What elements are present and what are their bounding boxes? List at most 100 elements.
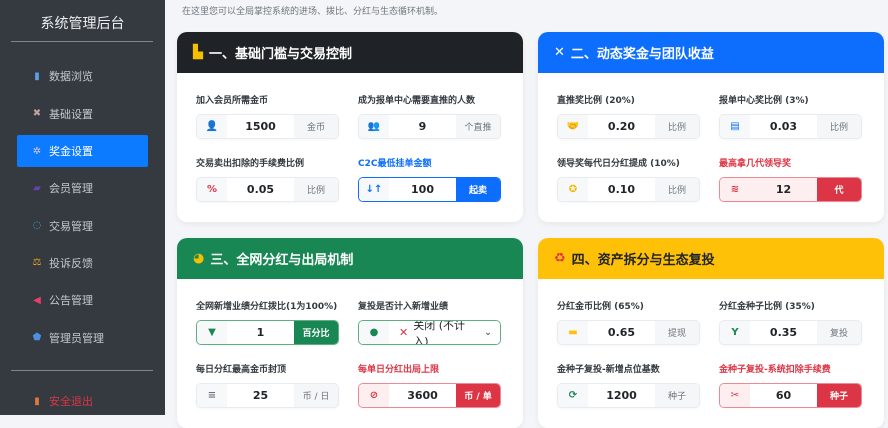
sidebar-item-1[interactable]: ✖ 基础设置: [17, 98, 148, 130]
number-input[interactable]: Y 0.35 复投: [719, 320, 862, 345]
field-label: 分红金种子比例 (35%): [719, 302, 815, 312]
number-input[interactable]: ⟳ 1200 种子: [557, 383, 700, 408]
setting-field: 最高拿几代领导奖 ≋ 12 代: [719, 156, 862, 202]
seedling-icon: Y: [720, 321, 750, 344]
layers-icon: ≋: [720, 178, 750, 201]
sidebar-item-0[interactable]: ▮ 数据浏览: [17, 60, 148, 92]
setting-field: 领导奖每代日分红提成 (10%) ✪ 0.10 比例: [557, 156, 700, 202]
number-input[interactable]: % 0.05 比例: [196, 177, 339, 202]
unit-suffix: 复投: [817, 321, 861, 344]
setting-field: 每日分红最高金币封顶 ≡ 25 币 / 日: [196, 362, 339, 408]
unit-suffix: 代: [817, 178, 861, 201]
unit-suffix: 提现: [655, 321, 699, 344]
number-input[interactable]: ⊘ 3600 币 / 单: [358, 383, 501, 408]
setting-field: 全网新增业绩分红拨比(1为100%) ▼ 1 百分比: [196, 299, 339, 345]
field-value[interactable]: 1500: [227, 115, 294, 138]
pie-chart-icon: ◕: [193, 251, 205, 266]
field-value[interactable]: 0.10: [588, 178, 655, 201]
divider: [11, 370, 153, 371]
field-label: 复投是否计入新增业绩: [358, 302, 449, 312]
setting-field: 报单中心奖比例 (3%) ▤ 0.03 比例: [719, 93, 862, 139]
unit-suffix: 种子: [817, 384, 861, 407]
scissors-icon: ✂: [720, 384, 750, 407]
field-value[interactable]: 9: [389, 115, 456, 138]
number-input[interactable]: ✪ 0.10 比例: [557, 177, 700, 202]
select-input[interactable]: ● ✕ 关闭 (不计入) ⌄: [358, 320, 501, 345]
filter-icon: ▼: [197, 321, 227, 344]
field-label: 每日分红最高金币封顶: [196, 365, 287, 375]
field-value[interactable]: 0.05: [227, 178, 294, 201]
gear-icon: ✲: [32, 145, 42, 157]
setting-field: 直推奖比例 (20%) 🤝 0.20 比例: [557, 93, 700, 139]
value-text: 1: [256, 326, 265, 339]
door-icon: ▙: [193, 45, 203, 60]
door-icon: ▮: [34, 395, 40, 407]
value-text: 1500: [245, 120, 276, 133]
field-value[interactable]: 12: [750, 178, 817, 201]
sidebar-item-7[interactable]: ⬟ 管理员管理: [17, 322, 148, 354]
number-input[interactable]: ≋ 12 代: [719, 177, 862, 202]
field-value[interactable]: 0.65: [588, 321, 655, 344]
setting-field: 成为报单中心需要直推的人数 👥 9 个直推: [358, 93, 501, 139]
settings-card-2: ✕ 二、动态奖金与团队收益 直推奖比例 (20%) 🤝 0.20 比例 报单中心奖…: [538, 32, 884, 222]
field-value[interactable]: 1: [227, 321, 294, 344]
page-subtitle: 在这里您可以全局掌控系统的进场、拨比、分红与生态循环机制。: [182, 7, 444, 17]
number-input[interactable]: ▬ 0.65 提现: [557, 320, 700, 345]
field-value[interactable]: 25: [227, 384, 294, 407]
coins-icon: ≡: [197, 384, 227, 407]
field-label: 成为报单中心需要直推的人数: [358, 96, 476, 106]
sidebar-item-5[interactable]: ⚖ 投诉反馈: [17, 247, 148, 279]
toggle-icon: ●: [359, 321, 389, 344]
field-value[interactable]: 60: [750, 384, 817, 407]
unit-suffix: 币 / 单: [456, 384, 500, 407]
number-input[interactable]: ✂ 60 种子: [719, 383, 862, 408]
number-input[interactable]: ≡ 25 币 / 日: [196, 383, 339, 408]
sidebar-item-4[interactable]: ◌ 交易管理: [17, 210, 148, 242]
tools-icon: ✖: [32, 108, 42, 120]
settings-card-3: ◕ 三、全网分红与出局机制 全网新增业绩分红拨比(1为100%) ▼ 1 百分比 …: [177, 238, 523, 428]
sidebar-item-label: 会员管理: [49, 182, 93, 196]
number-input[interactable]: 👤 1500 金币: [196, 114, 339, 139]
field-value[interactable]: 0.35: [750, 321, 817, 344]
field-value[interactable]: 0.03: [750, 115, 817, 138]
logout-button[interactable]: ▮ 安全退出: [17, 385, 148, 417]
field-value[interactable]: 100: [389, 178, 456, 201]
handshake-icon: 🤝: [558, 115, 588, 138]
sidebar-title: 系统管理后台: [40, 16, 125, 32]
field-label: 最高拿几代领导奖: [719, 159, 792, 169]
field-value[interactable]: ✕ 关闭 (不计入): [389, 321, 476, 344]
wallet-icon: ▬: [558, 321, 588, 344]
unit-suffix: 种子: [655, 384, 699, 407]
sidebar-item-2[interactable]: ✲ 奖金设置: [17, 135, 148, 167]
number-input[interactable]: ▼ 1 百分比: [196, 320, 339, 345]
unit-suffix: 比例: [817, 115, 861, 138]
logout-label: 安全退出: [49, 395, 93, 408]
field-label: 领导奖每代日分红提成 (10%): [557, 159, 680, 169]
sidebar-item-6[interactable]: ◀ 公告管理: [17, 284, 148, 316]
value-text: 0.03: [769, 120, 798, 133]
scale-icon: ⚖: [32, 257, 42, 269]
field-label: 全网新增业绩分红拨比(1为100%): [196, 302, 338, 312]
field-label: C2C最低挂单金额: [358, 159, 432, 169]
settings-card-4: ♻ 四、资产拆分与生态复投 分红金币比例 (65%) ▬ 0.65 提现 分红金种…: [538, 238, 884, 428]
award-icon: ✪: [558, 178, 588, 201]
field-value[interactable]: 3600: [389, 384, 456, 407]
field-label: 交易卖出扣除的手续费比例: [196, 159, 305, 169]
field-label: 金种子复投-系统扣除手续费: [719, 365, 831, 375]
sidebar-item-3[interactable]: ▰ 会员管理: [17, 172, 148, 204]
bar-chart-icon: ▮: [34, 70, 40, 82]
sidebar-item-label: 基础设置: [49, 107, 93, 121]
number-input[interactable]: ↓↑ 100 起卖: [358, 177, 501, 202]
number-input[interactable]: 🤝 0.20 比例: [557, 114, 700, 139]
field-label: 分红金币比例 (65%): [557, 302, 644, 312]
close-x-icon: ✕: [399, 326, 409, 339]
unit-suffix: 比例: [294, 178, 338, 201]
setting-field: 加入会员所需金币 👤 1500 金币: [196, 93, 339, 139]
setting-field: 交易卖出扣除的手续费比例 % 0.05 比例: [196, 156, 339, 202]
value-text: 0.65: [607, 326, 636, 339]
setting-field: 复投是否计入新增业绩 ● ✕ 关闭 (不计入) ⌄: [358, 299, 501, 345]
field-value[interactable]: 1200: [588, 384, 655, 407]
field-value[interactable]: 0.20: [588, 115, 655, 138]
number-input[interactable]: ▤ 0.03 比例: [719, 114, 862, 139]
number-input[interactable]: 👥 9 个直推: [358, 114, 501, 139]
